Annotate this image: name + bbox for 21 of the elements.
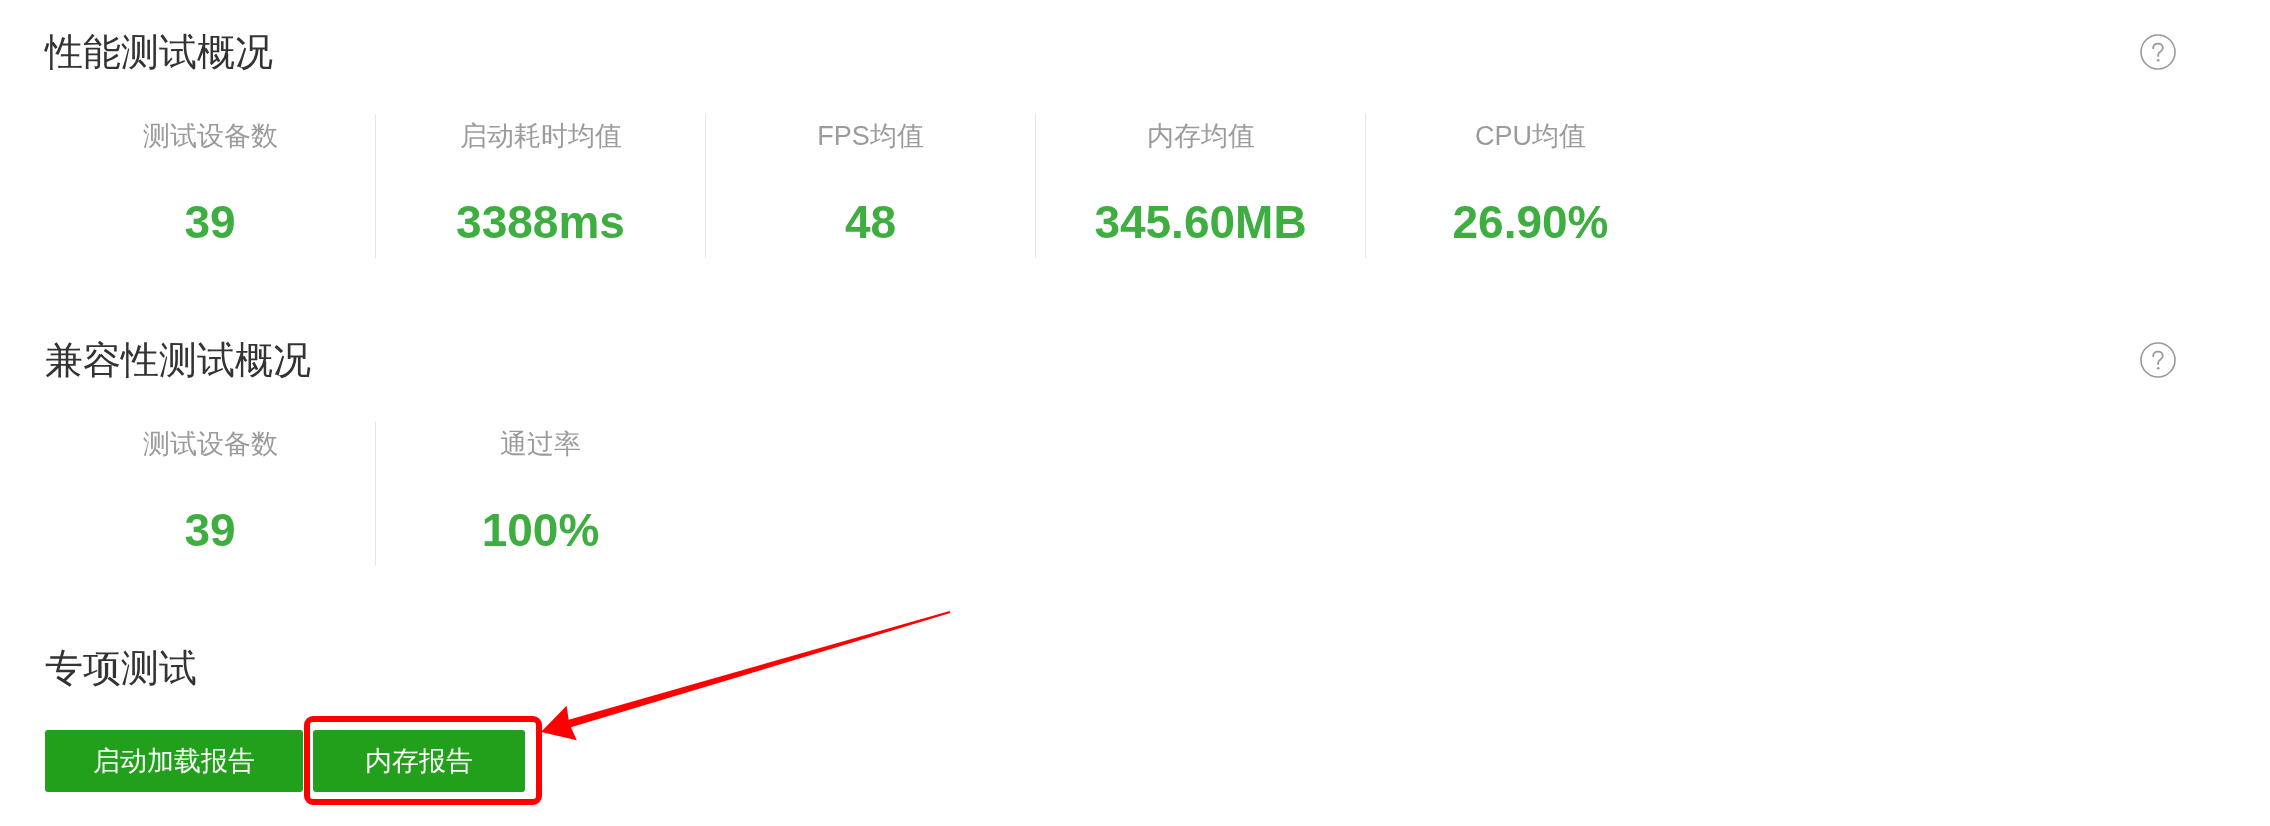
stat-value: 100% [481, 503, 600, 558]
stat-value: 39 [184, 195, 236, 250]
stat-label: CPU均值 [1475, 120, 1586, 153]
stat-label: 通过率 [500, 428, 581, 461]
stat-label: FPS均值 [817, 120, 924, 153]
stat-label: 测试设备数 [142, 428, 278, 461]
report-button[interactable]: 内存报告 [313, 730, 525, 792]
help-icon[interactable] [2140, 342, 2176, 378]
section-title: 专项测试 [45, 646, 197, 690]
stat-label: 启动耗时均值 [459, 120, 622, 153]
stat-value: 345.60MB [1094, 195, 1307, 250]
section-title: 性能测试概况 [45, 30, 273, 74]
stat-label: 内存均值 [1146, 120, 1255, 153]
report-button[interactable]: 启动加载报告 [45, 730, 303, 792]
stat-value: 3388ms [456, 195, 625, 250]
stat-value: 48 [844, 195, 897, 250]
help-icon[interactable] [2140, 34, 2176, 70]
stat-label: 测试设备数 [142, 120, 278, 153]
stat-value: 39 [184, 503, 236, 558]
stat-value: 26.90% [1452, 195, 1609, 250]
section-title: 兼容性测试概况 [45, 338, 311, 382]
